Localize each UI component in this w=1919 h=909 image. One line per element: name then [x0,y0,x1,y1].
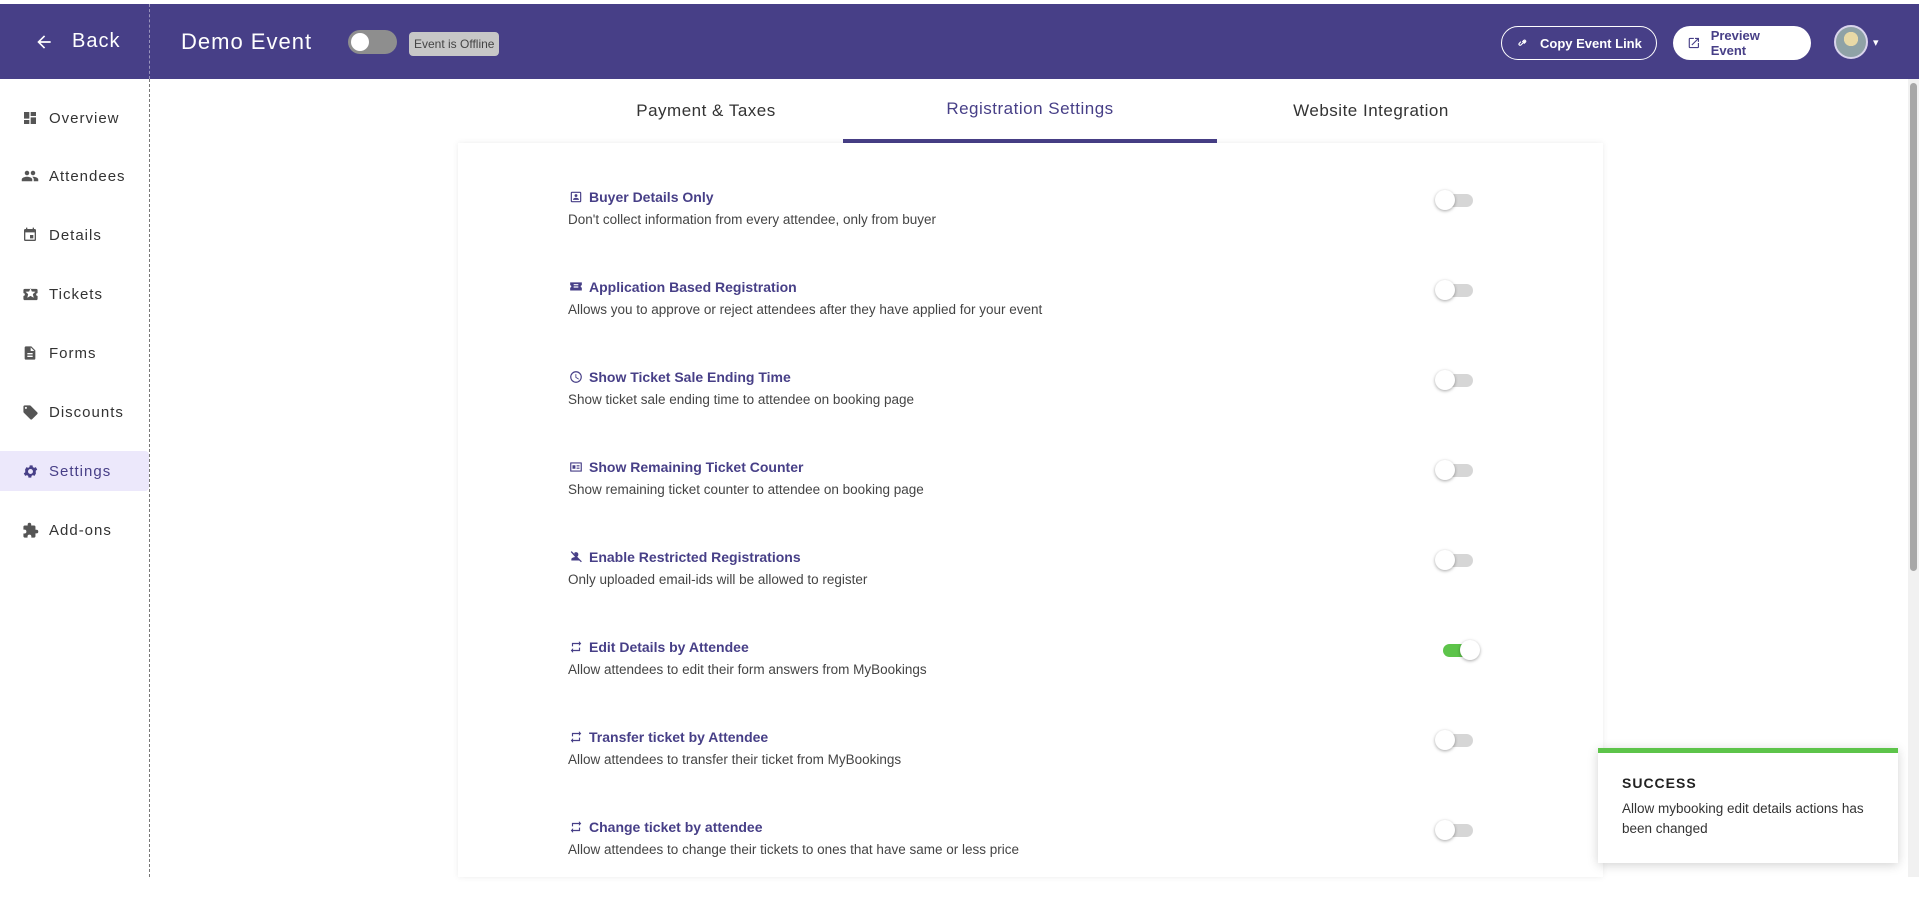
repeat-icon [568,819,584,835]
show-remaining-ticket-counter-toggle[interactable] [1435,460,1483,482]
sidebar: Overview Attendees Details Tickets Forms… [0,79,150,877]
external-link-icon [1688,37,1699,49]
preview-event-button[interactable]: Preview Event [1673,26,1811,60]
sidebar-item-label: Overview [49,109,120,127]
buyer-details-only-toggle[interactable] [1435,190,1483,212]
setting-application-based-registration: Application Based Registration Allows yo… [458,279,1603,369]
repeat-icon [568,729,584,745]
sidebar-item-label: Tickets [49,285,103,303]
setting-title-text: Buyer Details Only [589,189,714,205]
setting-title: Show Remaining Ticket Counter [568,459,803,475]
success-toast: SUCCESS Allow mybooking edit details act… [1598,748,1898,863]
sidebar-item-label: Forms [49,344,97,362]
setting-description: Show remaining ticket counter to attende… [568,482,924,497]
sidebar-item-overview[interactable]: Overview [0,98,149,138]
copy-link-label: Copy Event Link [1540,35,1642,51]
setting-title-text: Edit Details by Attendee [589,639,749,655]
tab-registration-settings[interactable]: Registration Settings [843,79,1217,143]
people-icon [21,167,39,185]
setting-title: Buyer Details Only [568,189,714,205]
contact-card-icon [568,189,584,205]
setting-description: Allow attendees to change their tickets … [568,842,1019,857]
setting-title: Application Based Registration [568,279,797,295]
event-title: Demo Event [181,28,313,54]
sidebar-item-forms[interactable]: Forms [0,333,149,373]
setting-change-ticket-by-attendee: Change ticket by attendee Allow attendee… [458,819,1603,909]
page-scrollbar[interactable] [1908,79,1919,877]
back-button[interactable]: Back [0,4,150,79]
setting-edit-details-by-attendee: Edit Details by Attendee Allow attendees… [458,639,1603,729]
toggle-knob [351,33,369,51]
sidebar-item-settings[interactable]: Settings [0,451,149,491]
setting-description: Don't collect information from every att… [568,212,936,227]
setting-show-remaining-ticket-counter: Show Remaining Ticket Counter Show remai… [458,459,1603,549]
setting-transfer-ticket-by-attendee: Transfer ticket by Attendee Allow attend… [458,729,1603,819]
enable-restricted-registrations-toggle[interactable] [1435,550,1483,572]
setting-title-text: Show Remaining Ticket Counter [589,459,804,475]
sidebar-item-add-ons[interactable]: Add-ons [0,510,149,550]
setting-title: Transfer ticket by Attendee [568,729,768,745]
top-header: Back Demo Event Event is Offline Copy Ev… [0,4,1919,79]
settings-card: Buyer Details Only Don't collect informa… [458,143,1603,877]
show-ticket-sale-ending-time-toggle[interactable] [1435,370,1483,392]
setting-description: Show ticket sale ending time to attendee… [568,392,914,407]
sidebar-item-label: Attendees [49,167,126,185]
dashboard-icon [21,109,39,127]
copy-event-link-button[interactable]: Copy Event Link [1501,26,1657,60]
tab-website-integration[interactable]: Website Integration [1217,79,1525,143]
setting-title: Edit Details by Attendee [568,639,749,655]
person-off-icon [568,549,584,565]
tab-payment-taxes[interactable]: Payment & Taxes [556,79,856,143]
setting-title: Change ticket by attendee [568,819,763,835]
toast-title: SUCCESS [1622,775,1697,791]
preview-label: Preview Event [1710,28,1760,58]
form-icon [21,344,39,362]
status-badge: Event is Offline [409,32,500,56]
setting-title-text: Change ticket by attendee [589,819,763,835]
scrollbar-thumb[interactable] [1910,83,1917,571]
setting-title-text: Transfer ticket by Attendee [589,729,769,745]
counter-icon [568,459,584,475]
edit-details-by-attendee-toggle[interactable] [1435,640,1483,662]
clock-icon [568,369,584,385]
ticket-stack-icon [568,279,584,295]
repeat-icon [568,639,584,655]
transfer-ticket-by-attendee-toggle[interactable] [1435,730,1483,752]
calendar-icon [21,226,39,244]
setting-title-text: Show Ticket Sale Ending Time [589,369,791,385]
settings-tabs: Payment & Taxes Registration Settings We… [151,79,1919,143]
setting-description: Allows you to approve or reject attendee… [568,302,1043,317]
sidebar-item-attendees[interactable]: Attendees [0,156,149,196]
change-ticket-by-attendee-toggle[interactable] [1435,820,1483,842]
setting-description: Allow attendees to transfer their ticket… [568,752,902,767]
setting-title-text: Enable Restricted Registrations [589,549,801,565]
sidebar-item-label: Discounts [49,403,124,421]
gear-icon [21,462,39,480]
setting-description: Allow attendees to edit their form answe… [568,662,927,677]
sidebar-item-label: Settings [49,462,112,480]
tags-icon [21,403,39,421]
ticket-icon [21,285,39,303]
sidebar-item-details[interactable]: Details [0,215,149,255]
sidebar-item-tickets[interactable]: Tickets [0,274,149,314]
setting-enable-restricted-registrations: Enable Restricted Registrations Only upl… [458,549,1603,639]
application-based-registration-toggle[interactable] [1435,280,1483,302]
sidebar-item-discounts[interactable]: Discounts [0,392,149,432]
setting-buyer-details-only: Buyer Details Only Don't collect informa… [458,189,1603,279]
puzzle-icon [21,521,39,539]
setting-title: Enable Restricted Registrations [568,549,801,565]
back-label: Back [72,30,121,52]
event-online-toggle[interactable] [348,30,397,54]
toast-message: Allow mybooking edit details actions has… [1622,801,1864,836]
setting-show-ticket-sale-ending-time: Show Ticket Sale Ending Time Show ticket… [458,369,1603,459]
sidebar-item-label: Add-ons [49,521,112,539]
setting-description: Only uploaded email-ids will be allowed … [568,572,868,587]
link-icon [1518,39,1527,46]
chevron-down-icon[interactable]: ▾ [1873,36,1879,49]
setting-title-text: Application Based Registration [589,279,797,295]
avatar[interactable] [1834,25,1868,59]
sidebar-item-label: Details [49,226,102,244]
arrow-left-icon [37,34,51,49]
setting-title: Show Ticket Sale Ending Time [568,369,791,385]
